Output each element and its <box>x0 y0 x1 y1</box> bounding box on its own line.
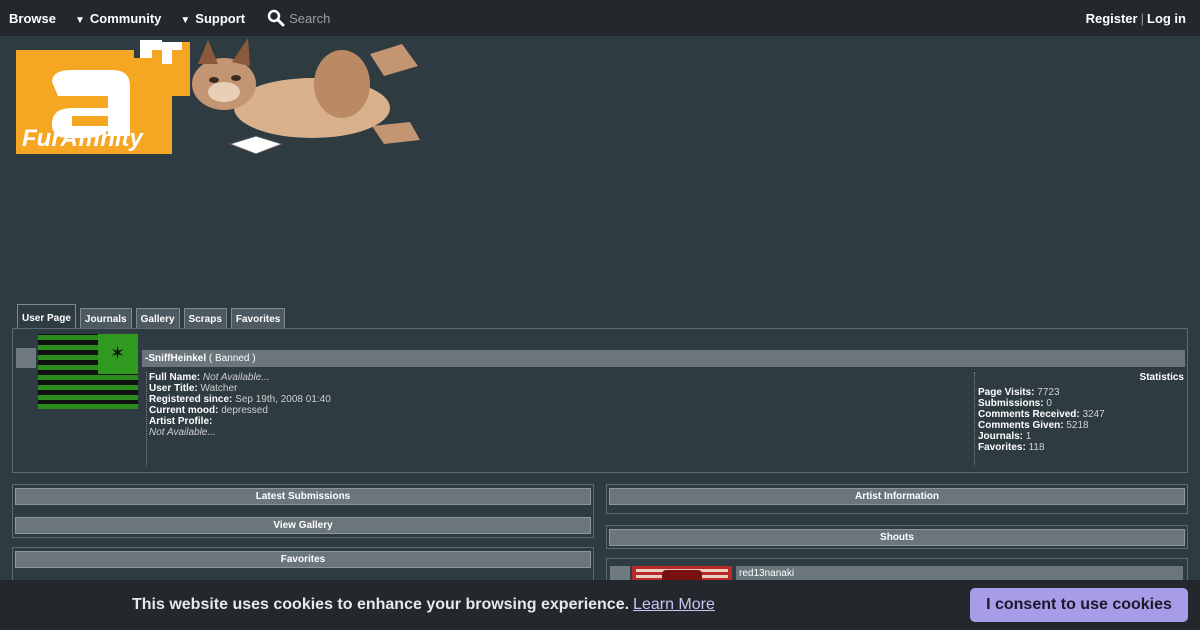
stat-comments-received: Comments Received: 3247 <box>978 409 1105 420</box>
auth-separator: | <box>1140 11 1144 26</box>
nav-support-dropdown[interactable]: Support <box>180 11 245 26</box>
shouts-box: Shouts <box>606 525 1188 549</box>
field-user-title: User Title: Watcher <box>149 383 238 394</box>
user-profile-panel: ✶ -SniffHeinkel ( Banned ) Full Name: No… <box>12 328 1188 473</box>
tab-journals[interactable]: Journals <box>79 308 132 329</box>
statistics-title: Statistics <box>1139 372 1184 383</box>
cookie-banner: This website uses cookies to enhance you… <box>0 580 1200 630</box>
statistics-panel: Statistics Page Visits: 7723 Submissions… <box>974 372 1184 466</box>
favorites-header: Favorites <box>15 551 591 568</box>
tab-user-page[interactable]: User Page <box>17 304 76 329</box>
shout-username[interactable]: red13nanaki <box>736 566 1183 581</box>
cookie-message: This website uses cookies to enhance you… <box>132 596 715 613</box>
profile-info: Full Name: Not Available... User Title: … <box>146 372 974 466</box>
username-bar: -SniffHeinkel ( Banned ) <box>142 350 1185 367</box>
username[interactable]: -SniffHeinkel <box>145 353 206 364</box>
login-link[interactable]: Log in <box>1147 11 1186 26</box>
learn-more-link[interactable]: Learn More <box>633 596 715 613</box>
tab-gallery[interactable]: Gallery <box>135 308 180 329</box>
profile-tabs: User Page Journals Gallery Scraps Favori… <box>17 304 289 329</box>
artist-information-box: Artist Information <box>606 484 1188 514</box>
field-artist-profile-value: Not Available... <box>149 427 216 438</box>
search-input[interactable] <box>289 10 410 26</box>
latest-submissions-box: Latest Submissions View Gallery <box>12 484 594 538</box>
field-artist-profile: Artist Profile: <box>149 416 213 427</box>
field-registered-since: Registered since: Sep 19th, 2008 01:40 <box>149 394 331 405</box>
view-gallery-link[interactable]: View Gallery <box>15 517 591 534</box>
stat-comments-given: Comments Given: 5218 <box>978 420 1089 431</box>
shouts-header: Shouts <box>609 529 1185 546</box>
profile-side-box <box>16 348 36 368</box>
tab-scraps[interactable]: Scraps <box>183 308 227 329</box>
tab-favorites[interactable]: Favorites <box>230 308 286 329</box>
avatar[interactable]: ✶ <box>38 334 138 409</box>
nav-browse[interactable]: Browse <box>9 11 56 26</box>
stat-submissions: Submissions: 0 <box>978 398 1052 409</box>
latest-submissions-header: Latest Submissions <box>15 488 591 505</box>
stat-journals: Journals: 1 <box>978 431 1032 442</box>
user-status: ( Banned ) <box>208 353 256 364</box>
stat-favorites: Favorites: 118 <box>978 442 1045 453</box>
site-logo[interactable]: FurAffinity <box>12 36 424 164</box>
field-current-mood: Current mood: depressed <box>149 405 268 416</box>
artist-information-header: Artist Information <box>609 488 1185 505</box>
auth-links: Register | Log in <box>1086 11 1186 26</box>
cookie-consent-button[interactable]: I consent to use cookies <box>970 588 1188 622</box>
top-navigation: Browse Community Support Register|Log in <box>0 0 1200 36</box>
search-box[interactable] <box>267 9 410 27</box>
search-icon[interactable] <box>267 9 285 27</box>
field-full-name: Full Name: Not Available... <box>149 372 270 383</box>
register-link[interactable]: Register <box>1086 11 1138 26</box>
logo-text: FurAffinity <box>22 125 145 152</box>
nav-community-dropdown[interactable]: Community <box>75 11 162 26</box>
stat-page-visits: Page Visits: 7723 <box>978 387 1060 398</box>
star-icon: ✶ <box>110 343 126 363</box>
